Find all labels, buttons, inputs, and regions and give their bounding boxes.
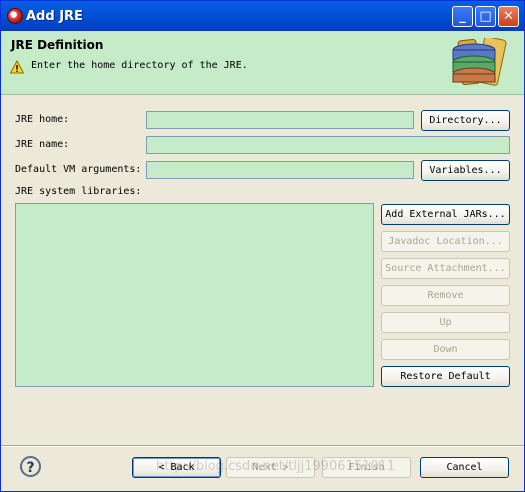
restore-default-button[interactable]: Restore Default <box>381 366 510 387</box>
variables-button[interactable]: Variables... <box>421 160 510 181</box>
add-external-jars-button[interactable]: Add External JARs... <box>381 204 510 225</box>
javadoc-location-button[interactable]: Javadoc Location... <box>381 231 510 252</box>
wizard-header: JRE Definition Enter the home directory … <box>1 31 524 95</box>
system-libraries-list[interactable] <box>15 203 374 387</box>
down-button[interactable]: Down <box>381 339 510 360</box>
up-button[interactable]: Up <box>381 312 510 333</box>
jre-home-label: JRE home: <box>15 114 70 125</box>
header-message: Enter the home directory of the JRE. <box>31 60 248 71</box>
close-button[interactable]: ✕ <box>498 6 519 27</box>
system-libraries-label: JRE system libraries: <box>15 186 142 197</box>
footer-separator <box>1 445 524 447</box>
help-icon[interactable]: ? <box>20 456 41 477</box>
source-attachment-button[interactable]: Source Attachment... <box>381 258 510 279</box>
add-jre-dialog: Add JRE _ □ ✕ JRE Definition Enter the h… <box>0 0 525 492</box>
maximize-button[interactable]: □ <box>475 6 496 27</box>
directory-button[interactable]: Directory... <box>421 110 510 131</box>
library-books-icon <box>452 38 507 86</box>
java-icon <box>7 8 23 24</box>
watermark-text: http://blog.csdn.net/tljj19906151011 <box>156 459 396 474</box>
warning-icon <box>10 60 24 74</box>
title-bar[interactable]: Add JRE _ □ ✕ <box>1 1 524 31</box>
vm-arguments-label: Default VM arguments: <box>15 164 142 175</box>
cancel-button[interactable]: Cancel <box>420 457 509 478</box>
page-title: JRE Definition <box>11 38 104 52</box>
jre-name-label: JRE name: <box>15 139 70 150</box>
minimize-button[interactable]: _ <box>452 6 473 27</box>
jre-name-input[interactable] <box>146 136 510 154</box>
window-title: Add JRE <box>26 9 83 24</box>
jre-home-input[interactable] <box>146 111 414 129</box>
vm-arguments-input[interactable] <box>146 161 414 179</box>
remove-button[interactable]: Remove <box>381 285 510 306</box>
